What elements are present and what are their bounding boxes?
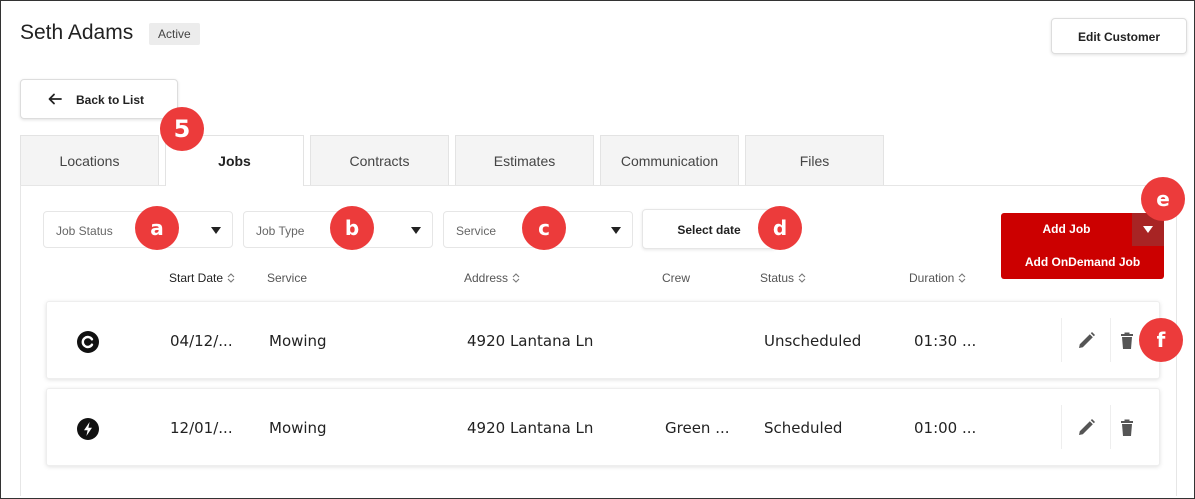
customer-name: Seth Adams: [20, 21, 134, 44]
divider: [1110, 318, 1111, 362]
job-status: Unscheduled: [764, 332, 862, 350]
add-job-button[interactable]: Add Job: [1001, 213, 1132, 246]
callout-marker-c: c: [522, 206, 566, 250]
sort-icon: [798, 273, 806, 283]
sort-icon: [958, 273, 966, 283]
job-type-placeholder: Job Type: [256, 224, 305, 238]
tab-communication[interactable]: Communication: [600, 135, 739, 185]
sort-icon: [512, 273, 520, 283]
step-number-marker: 5: [160, 107, 204, 151]
add-ondemand-job-button[interactable]: Add OnDemand Job: [1001, 246, 1164, 279]
sort-icon: [227, 273, 235, 283]
callout-marker-b: b: [330, 206, 374, 250]
job-duration: 01:00 ...: [914, 419, 977, 437]
tab-contracts[interactable]: Contracts: [310, 135, 449, 185]
tab-files[interactable]: Files: [745, 135, 884, 185]
service-placeholder: Service: [456, 224, 497, 238]
back-to-list-label: Back to List: [76, 93, 145, 107]
column-start-date-label: Start Date: [169, 271, 224, 285]
job-start-date: 12/01/...: [170, 419, 233, 437]
select-date-button[interactable]: Select date: [642, 209, 776, 249]
app-frame: Seth Adams Active Edit Customer Back to …: [0, 0, 1195, 499]
column-crew: Crew: [662, 271, 691, 285]
job-crew: Green ...: [665, 419, 730, 437]
job-row[interactable]: 04/12/... Mowing 4920 Lantana Ln Unsched…: [46, 301, 1160, 379]
pencil-icon[interactable]: [1073, 415, 1099, 441]
caret-down-icon: [1143, 226, 1153, 233]
column-address[interactable]: Address: [464, 271, 520, 285]
column-status[interactable]: Status: [760, 271, 806, 285]
job-service: Mowing: [269, 332, 327, 350]
job-duration: 01:30 ...: [914, 332, 977, 350]
ondemand-bolt-icon: [77, 418, 99, 440]
tab-locations[interactable]: Locations: [20, 135, 159, 185]
arrow-left-icon: [48, 93, 62, 105]
edit-customer-button[interactable]: Edit Customer: [1051, 18, 1187, 54]
column-service: Service: [267, 271, 308, 285]
divider: [1061, 318, 1062, 362]
callout-marker-a: a: [135, 206, 179, 250]
job-address: 4920 Lantana Ln: [467, 332, 594, 350]
trash-icon[interactable]: [1114, 415, 1140, 441]
status-badge: Active: [149, 23, 200, 45]
job-row[interactable]: 12/01/... Mowing 4920 Lantana Ln Green .…: [46, 388, 1160, 466]
column-duration[interactable]: Duration: [909, 271, 966, 285]
add-job-group: Add Job Add OnDemand Job: [1001, 213, 1164, 279]
callout-marker-f: f: [1139, 318, 1183, 362]
caret-down-icon: [211, 227, 221, 234]
job-status: Scheduled: [764, 419, 843, 437]
divider: [1061, 405, 1062, 449]
caret-down-icon: [611, 227, 621, 234]
callout-marker-e: e: [1141, 177, 1185, 221]
column-duration-label: Duration: [909, 271, 955, 285]
caret-down-icon: [411, 227, 421, 234]
job-service: Mowing: [269, 419, 327, 437]
recurring-c-icon: [77, 331, 99, 353]
trash-icon[interactable]: [1114, 328, 1140, 354]
divider: [1110, 405, 1111, 449]
job-start-date: 04/12/...: [170, 332, 233, 350]
column-start-date[interactable]: Start Date: [169, 271, 235, 285]
tab-estimates[interactable]: Estimates: [455, 135, 594, 185]
pencil-icon[interactable]: [1073, 328, 1099, 354]
back-to-list-button[interactable]: Back to List: [20, 79, 178, 119]
job-address: 4920 Lantana Ln: [467, 419, 594, 437]
column-status-label: Status: [760, 271, 795, 285]
callout-marker-d: d: [758, 206, 802, 250]
job-status-placeholder: Job Status: [56, 224, 113, 238]
column-address-label: Address: [464, 271, 509, 285]
